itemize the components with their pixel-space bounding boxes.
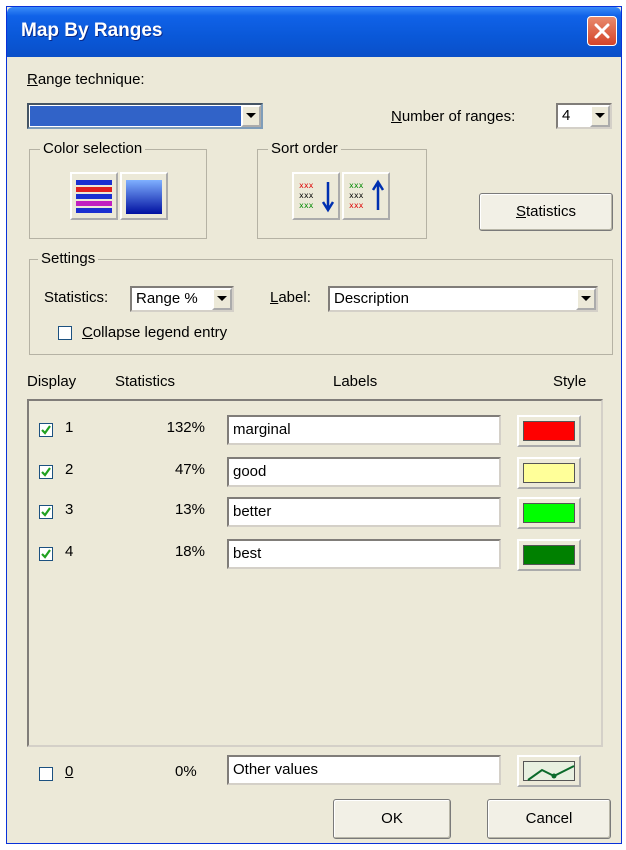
range-statistic: 132%: [166, 419, 205, 436]
map-by-ranges-dialog: Map By Ranges Range technique: Number of…: [6, 6, 622, 844]
sort-descending-button[interactable]: xxx xxx xxx: [292, 172, 340, 220]
label-select[interactable]: Description: [328, 286, 598, 312]
range-label-input[interactable]: better: [227, 497, 501, 527]
range-style-button[interactable]: [517, 497, 581, 529]
range-technique-selection-fill: [30, 106, 241, 126]
range-technique-label: Range technique:: [27, 71, 145, 88]
svg-text:xxx: xxx: [299, 191, 314, 200]
range-statistic: 13%: [174, 501, 205, 518]
range-label-input[interactable]: good: [227, 457, 501, 487]
chevron-down-icon[interactable]: [590, 105, 610, 127]
range-technique-select[interactable]: [27, 103, 263, 129]
number-of-ranges-select[interactable]: 4: [556, 103, 612, 129]
color-bands-icon: [76, 180, 112, 213]
column-header-style: Style: [553, 373, 587, 390]
other-values-label-input[interactable]: Other values: [227, 755, 501, 785]
svg-text:xxx: xxx: [349, 191, 364, 200]
other-values-checkbox[interactable]: [39, 767, 53, 781]
close-button[interactable]: [587, 16, 617, 46]
color-swatch: [523, 463, 575, 483]
chevron-down-icon[interactable]: [241, 105, 261, 127]
color-selection-group: Color selection: [29, 140, 207, 239]
range-checkbox[interactable]: [39, 423, 53, 437]
chevron-down-icon[interactable]: [212, 288, 232, 310]
chevron-down-icon[interactable]: [576, 288, 596, 310]
sort-ascending-icon: xxx xxx xxx: [349, 179, 385, 210]
sort-order-group: Sort order xxx xxx xxx xxx xxx xxx: [257, 140, 427, 239]
collapse-legend-label: Collapse legend entry: [82, 324, 228, 341]
label-field-label: Label:: [270, 289, 311, 306]
color-selection-title: Color selection: [40, 140, 146, 157]
color-bands-button[interactable]: [70, 172, 118, 220]
ranges-list: [27, 399, 603, 747]
other-values-statistic: 0%: [175, 763, 197, 780]
range-style-button[interactable]: [517, 539, 581, 571]
close-icon: [594, 23, 610, 39]
other-values-style-button[interactable]: [517, 755, 581, 787]
range-checkbox[interactable]: [39, 547, 53, 561]
range-statistic: 18%: [174, 543, 205, 560]
settings-title: Settings: [38, 250, 99, 267]
range-label-input[interactable]: marginal: [227, 415, 501, 445]
range-checkbox[interactable]: [39, 465, 53, 479]
column-header-display: Display: [27, 373, 77, 390]
color-gradient-icon: [126, 180, 162, 214]
checkmark-icon: [41, 507, 51, 517]
sort-descending-icon: xxx xxx xxx: [299, 181, 335, 213]
column-header-statistics: Statistics: [115, 373, 176, 390]
collapse-legend-checkbox[interactable]: [58, 326, 72, 340]
svg-text:xxx: xxx: [299, 201, 314, 210]
range-number: 1: [65, 419, 74, 436]
statistics-button[interactable]: Statistics: [479, 193, 613, 231]
svg-text:xxx: xxx: [299, 181, 314, 190]
ok-button[interactable]: OK: [333, 799, 451, 839]
checkmark-icon: [41, 549, 51, 559]
color-swatch: [523, 545, 575, 565]
statistics-type-label: Statistics:: [44, 289, 109, 306]
range-style-button[interactable]: [517, 457, 581, 489]
range-label-input[interactable]: best: [227, 539, 501, 569]
svg-text:xxx: xxx: [349, 181, 364, 190]
color-swatch: [523, 503, 575, 523]
sort-order-title: Sort order: [268, 140, 341, 157]
range-number: 4: [65, 543, 74, 560]
window-title: Map By Ranges: [21, 20, 163, 41]
checkmark-icon: [41, 467, 51, 477]
range-checkbox[interactable]: [39, 505, 53, 519]
cancel-button[interactable]: Cancel: [487, 799, 611, 839]
column-header-labels: Labels: [333, 373, 378, 390]
svg-text:xxx: xxx: [349, 201, 364, 210]
statistics-type-select[interactable]: Range %: [130, 286, 234, 312]
color-gradient-button[interactable]: [120, 172, 168, 220]
range-number: 2: [65, 461, 74, 478]
range-statistic: 47%: [174, 461, 205, 478]
title-bar[interactable]: Map By Ranges: [7, 7, 621, 57]
checkmark-icon: [41, 425, 51, 435]
range-style-button[interactable]: [517, 415, 581, 447]
other-values-number: 0: [65, 763, 74, 780]
line-style-icon: [527, 765, 575, 781]
settings-group: Settings Statistics: Range % Label: Desc…: [29, 250, 613, 355]
sort-ascending-button[interactable]: xxx xxx xxx: [342, 172, 390, 220]
number-of-ranges-label: Number of ranges:: [391, 108, 516, 125]
color-swatch: [523, 421, 575, 441]
range-number: 3: [65, 501, 74, 518]
